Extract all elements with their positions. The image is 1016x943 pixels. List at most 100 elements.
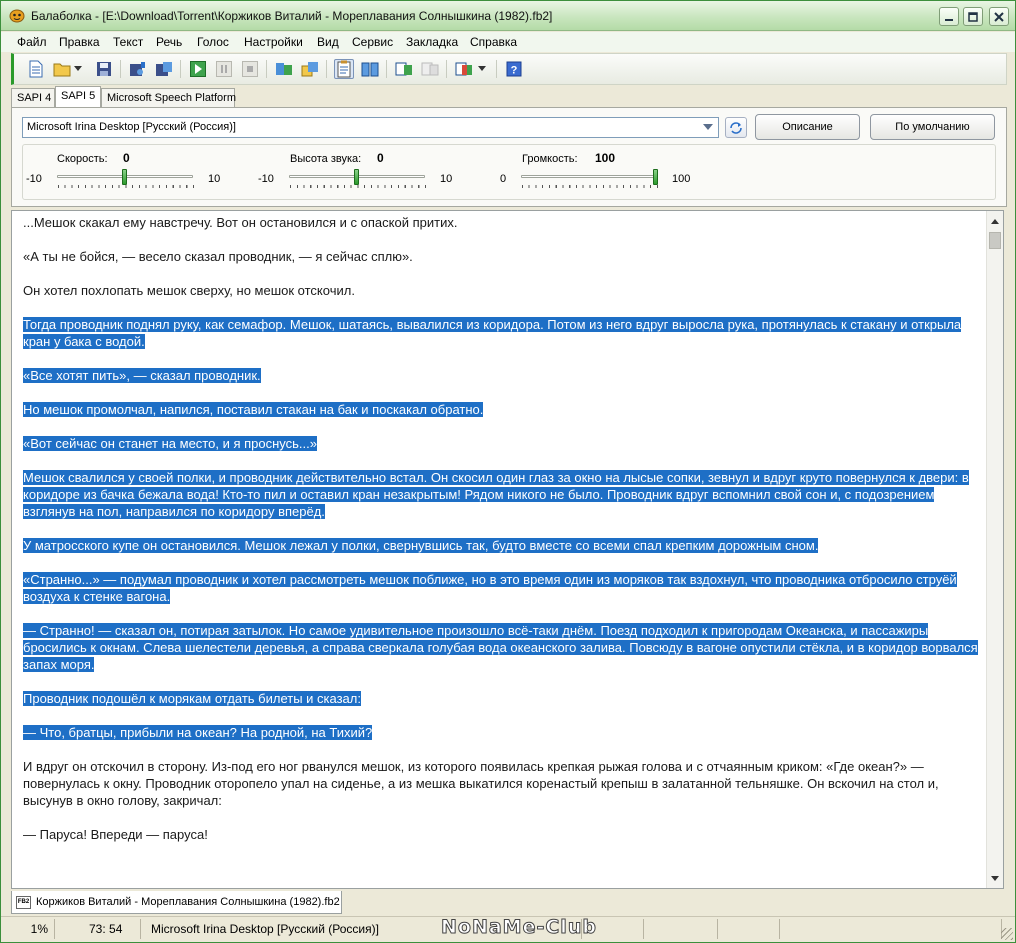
tools-dropdown-button[interactable] <box>476 59 488 79</box>
text-paragraph: Но мешок промолчал, напился, поставил ст… <box>23 401 983 418</box>
menu-speech[interactable]: Речь <box>156 35 182 49</box>
selected-text: У матросского купе он остановился. Мешок… <box>23 538 819 553</box>
menu-view[interactable]: Вид <box>317 35 339 49</box>
find-icon <box>421 62 439 76</box>
pitch-slider-thumb[interactable] <box>354 169 359 185</box>
text-paragraph: ...Мешок скакал ему навстречу. Вот он ос… <box>23 214 983 231</box>
paragraph-text: ...Мешок скакал ему навстречу. Вот он ос… <box>23 215 458 230</box>
close-icon <box>994 11 1004 22</box>
convert-icon <box>276 63 292 75</box>
text-paragraph: «Странно...» — подумал проводник и хотел… <box>23 571 983 605</box>
pause-button[interactable] <box>214 59 234 79</box>
title-bar: Балаболка - [E:\Download\Torrent\Коржико… <box>1 1 1015 31</box>
paragraph-text: — Паруса! Впереди — паруса! <box>23 827 208 842</box>
selected-text: «Все хотят пить», — сказал проводник. <box>23 368 261 383</box>
save-button[interactable] <box>94 59 114 79</box>
find-button[interactable] <box>420 59 440 79</box>
volume-label: Громкость: <box>522 153 578 165</box>
maximize-icon <box>968 11 978 22</box>
spellcheck-icon <box>395 62 412 76</box>
speed-ticks <box>58 185 194 188</box>
window-title: Балаболка - [E:\Download\Torrent\Коржико… <box>31 9 553 23</box>
save-audio-button[interactable] <box>128 59 148 79</box>
menu-service[interactable]: Сервис <box>352 35 393 49</box>
open-dropdown-button[interactable] <box>72 59 84 79</box>
new-file-button[interactable] <box>26 59 46 79</box>
dictionary-button[interactable] <box>360 59 380 79</box>
chevron-down-icon <box>74 66 82 71</box>
play-icon <box>190 61 206 77</box>
volume-slider-thumb[interactable] <box>653 169 658 185</box>
tab-sapi4[interactable]: SAPI 4 <box>11 88 55 107</box>
status-position: 73: 54 <box>57 919 141 939</box>
save-audio-icon <box>130 62 145 76</box>
text-paragraph: — Паруса! Впереди — паруса! <box>23 826 983 843</box>
menu-file[interactable]: Файл <box>17 35 47 49</box>
default-button[interactable]: По умолчанию <box>870 114 995 140</box>
minimize-icon <box>945 18 953 21</box>
selected-text: — Странно! — сказал он, потирая затылок.… <box>23 623 978 672</box>
text-paragraph: Он хотел похлопать мешок сверху, но мешо… <box>23 282 983 299</box>
batch-button[interactable] <box>300 59 320 79</box>
volume-min: 0 <box>500 173 507 185</box>
menu-help[interactable]: Справка <box>470 35 517 49</box>
pitch-value: 0 <box>377 151 384 165</box>
menu-bar: Файл Правка Текст Речь Голос Настройки В… <box>1 32 1015 52</box>
open-folder-icon <box>53 63 71 77</box>
selected-text: Тогда проводник поднял руку, как семафор… <box>23 317 962 349</box>
minimize-button[interactable] <box>939 7 959 26</box>
document-tab[interactable]: FB2 Коржиков Виталий - Мореплавания Солн… <box>11 891 342 914</box>
pitch-min: -10 <box>258 173 274 185</box>
fb2-file-icon: FB2 <box>16 896 31 909</box>
scroll-thumb[interactable] <box>989 232 1001 249</box>
volume-track <box>521 175 657 178</box>
status-percent: 1% <box>1 919 55 939</box>
app-window: Балаболка - [E:\Download\Torrent\Коржико… <box>0 0 1016 943</box>
speed-slider-thumb[interactable] <box>122 169 127 185</box>
text-content: ...Мешок скакал ему навстречу. Вот он ос… <box>23 214 983 860</box>
description-button[interactable]: Описание <box>755 114 860 140</box>
refresh-voices-button[interactable] <box>725 117 747 138</box>
menu-text[interactable]: Текст <box>113 35 143 49</box>
menu-voice[interactable]: Голос <box>197 35 229 49</box>
help-button[interactable]: ? <box>504 59 524 79</box>
selected-text: — Что, братцы, прибыли на океан? На родн… <box>23 725 373 740</box>
resize-grip[interactable] <box>1001 928 1013 940</box>
text-paragraph: — Что, братцы, прибыли на океан? На родн… <box>23 724 983 741</box>
text-editor[interactable]: ...Мешок скакал ему навстречу. Вот он ос… <box>11 210 1004 889</box>
scroll-up-button[interactable] <box>987 213 1003 230</box>
selected-text: Мешок свалился у своей полки, и проводни… <box>23 470 969 519</box>
clipboard-monitor-button[interactable] <box>334 59 354 79</box>
speed-label: Скорость: <box>57 153 108 165</box>
scroll-down-button[interactable] <box>987 870 1003 887</box>
pitch-ticks <box>290 185 426 188</box>
watermark: NoNaMe-Club <box>441 916 597 939</box>
status-cell-empty-2 <box>646 919 718 939</box>
selected-text: «Странно...» — подумал проводник и хотел… <box>23 572 957 604</box>
tab-microsoft-speech-platform[interactable]: Microsoft Speech Platform <box>101 88 236 107</box>
chevron-down-icon <box>478 66 486 71</box>
text-paragraph: У матросского купе он остановился. Мешок… <box>23 537 983 554</box>
text-paragraph: И вдруг он отскочил в сторону. Из-под ег… <box>23 758 983 809</box>
play-button[interactable] <box>188 59 208 79</box>
stop-button[interactable] <box>240 59 260 79</box>
menu-edit[interactable]: Правка <box>59 35 100 49</box>
vertical-scrollbar[interactable] <box>986 211 1003 888</box>
selected-text: «Вот сейчас он станет на место, и я прос… <box>23 436 317 451</box>
tab-sapi5[interactable]: SAPI 5 <box>55 86 101 107</box>
pitch-label: Высота звука: <box>290 153 362 165</box>
voice-dropdown-arrow[interactable] <box>700 120 716 135</box>
close-button[interactable] <box>989 7 1009 26</box>
text-paragraph: «А ты не бойся, — весело сказал проводни… <box>23 248 983 265</box>
maximize-button[interactable] <box>963 7 983 26</box>
text-paragraph: Мешок свалился у своей полки, и проводни… <box>23 469 983 520</box>
voice-select[interactable]: Microsoft Irina Desktop [Русский (Россия… <box>22 117 719 138</box>
menu-bookmark[interactable]: Закладка <box>406 35 458 49</box>
open-file-button[interactable] <box>52 59 72 79</box>
spell-check-button[interactable] <box>394 59 414 79</box>
convert-button[interactable] <box>274 59 294 79</box>
menu-settings[interactable]: Настройки <box>244 35 303 49</box>
text-paragraph: «Все хотят пить», — сказал проводник. <box>23 367 983 384</box>
tools-button[interactable] <box>454 59 474 79</box>
split-save-audio-button[interactable] <box>154 59 174 79</box>
